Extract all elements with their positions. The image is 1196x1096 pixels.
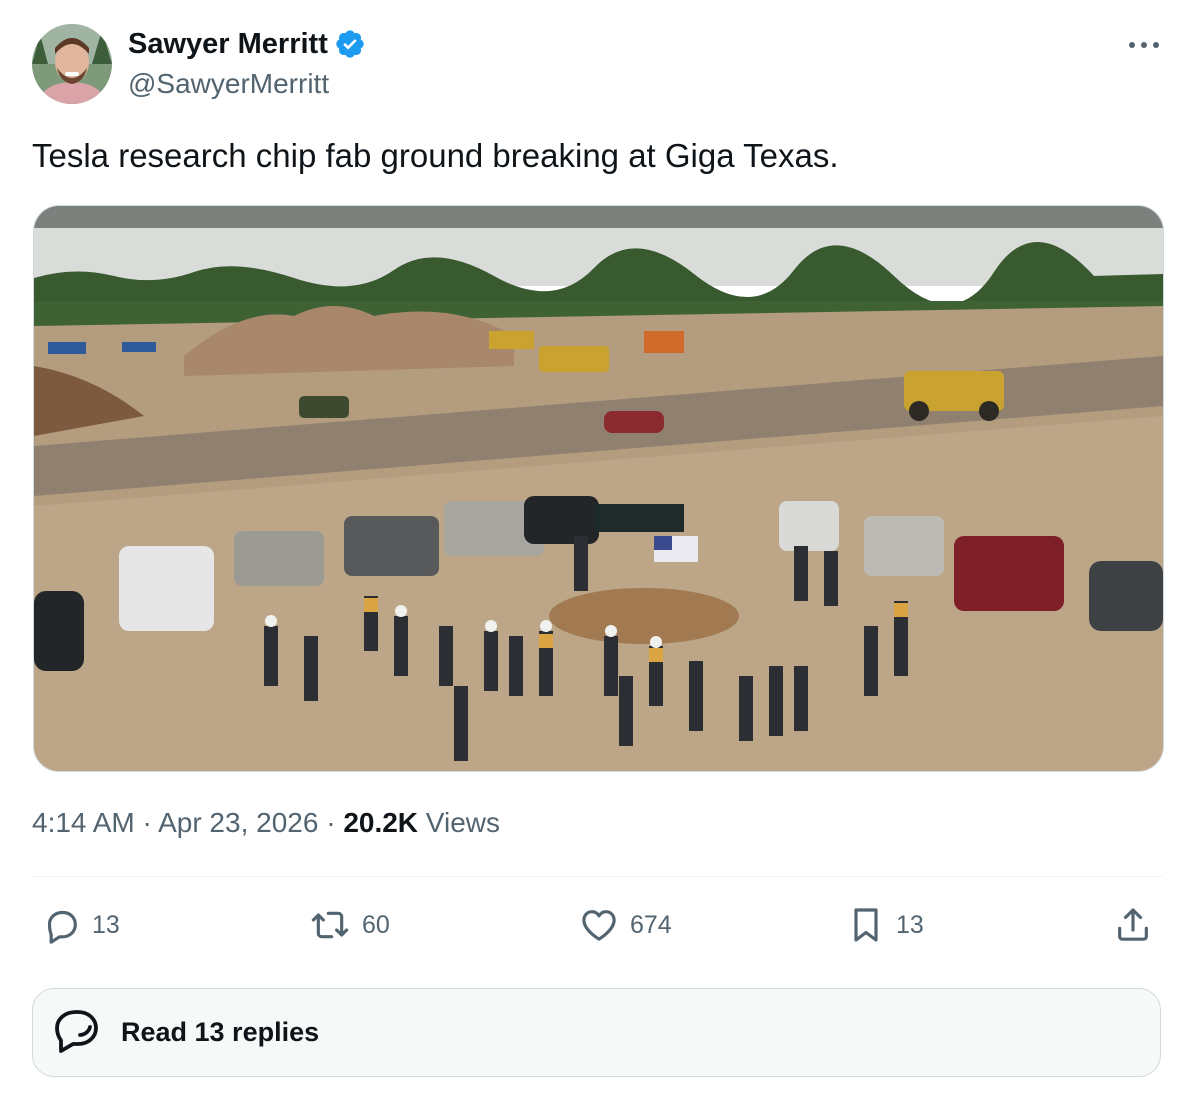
- author-name[interactable]: Sawyer Merritt: [128, 26, 328, 62]
- repost-button[interactable]: 60: [308, 902, 390, 948]
- like-count: 674: [630, 910, 672, 939]
- reply-button[interactable]: 13: [42, 902, 120, 948]
- heart-icon: [582, 910, 616, 941]
- reply-icon: [47, 910, 77, 944]
- meta-separator: ·: [318, 807, 344, 838]
- avatar-image: [32, 24, 112, 104]
- tweet-time[interactable]: 4:14 AM: [32, 807, 135, 838]
- views-label: Views: [418, 807, 500, 838]
- tweet-media-photo[interactable]: [33, 205, 1164, 772]
- divider: [32, 876, 1163, 877]
- author-name-row: Sawyer Merritt: [128, 26, 366, 62]
- more-options-icon[interactable]: [1122, 30, 1166, 60]
- bookmark-icon: [854, 908, 878, 942]
- conversation-bubble-icon: [51, 1006, 103, 1059]
- avatar[interactable]: [32, 24, 112, 104]
- read-replies-label: Read 13 replies: [121, 1017, 320, 1047]
- tweet-text: Tesla research chip fab ground breaking …: [32, 137, 839, 174]
- bookmark-button[interactable]: 13: [846, 902, 924, 948]
- verified-badge-icon[interactable]: [334, 28, 366, 60]
- tweet-date[interactable]: Apr 23, 2026: [158, 807, 318, 838]
- reply-count: 13: [92, 910, 120, 939]
- repost-icon: [311, 911, 349, 939]
- bookmark-count: 13: [896, 910, 924, 939]
- share-icon: [1118, 908, 1148, 941]
- author-handle[interactable]: @SawyerMerritt: [128, 66, 329, 102]
- views-count: 20.2K: [343, 807, 419, 838]
- read-replies-button[interactable]: Read 13 replies: [32, 988, 1161, 1077]
- repost-count: 60: [362, 910, 390, 939]
- meta-separator: ·: [134, 807, 159, 838]
- like-button[interactable]: 674: [578, 902, 672, 948]
- share-button[interactable]: [1113, 902, 1153, 948]
- tweet-meta: 4:14 AM · Apr 23, 2026 · 20.2K Views: [32, 803, 500, 843]
